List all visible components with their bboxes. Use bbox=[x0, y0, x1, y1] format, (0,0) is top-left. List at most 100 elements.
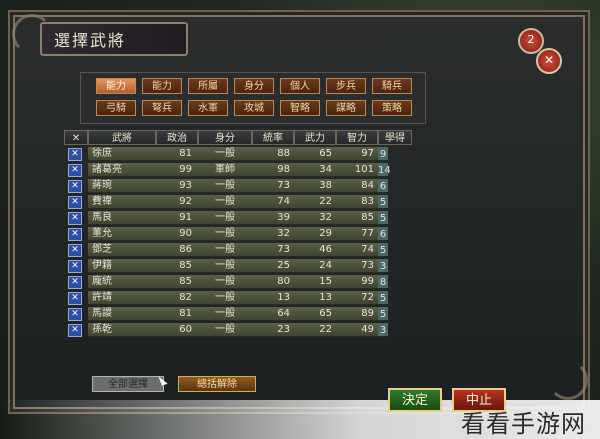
rank-value: 一般 bbox=[215, 228, 235, 239]
remove-icon[interactable]: ✕ bbox=[68, 164, 82, 177]
learned-value: 3 bbox=[378, 323, 388, 336]
decide-button[interactable]: 決定 bbox=[388, 388, 442, 412]
table-row[interactable]: ✕ 諸葛亮 99 軍師 98 34 101 14 bbox=[64, 162, 391, 178]
header-war[interactable]: 武力 bbox=[294, 130, 336, 145]
table-row[interactable]: ✕ 伊籍 85 一般 25 24 73 3 bbox=[64, 258, 388, 274]
header-leadership[interactable]: 統率 bbox=[252, 130, 294, 145]
politics-value: 85 bbox=[179, 276, 192, 287]
filter-button[interactable]: 弩兵 bbox=[142, 100, 182, 116]
rank-value: 一般 bbox=[215, 276, 235, 287]
dialog-title: 選擇武將 bbox=[40, 22, 188, 56]
remove-icon[interactable]: ✕ bbox=[68, 212, 82, 225]
learned-value: 5 bbox=[378, 307, 388, 320]
header-intelligence[interactable]: 智力 bbox=[336, 130, 378, 145]
rank-value: 一般 bbox=[215, 260, 235, 271]
table-row[interactable]: ✕ 徐庶 81 一般 88 65 97 9 bbox=[64, 146, 388, 162]
rank-value: 軍師 bbox=[215, 164, 235, 175]
politics-value: 81 bbox=[179, 308, 192, 319]
table-row[interactable]: ✕ 許靖 82 一般 13 13 72 5 bbox=[64, 290, 388, 306]
war-value: 34 bbox=[319, 164, 332, 175]
intelligence-value: 73 bbox=[361, 260, 374, 271]
intelligence-value: 77 bbox=[361, 228, 374, 239]
leadership-value: 74 bbox=[277, 196, 290, 207]
war-value: 38 bbox=[319, 180, 332, 191]
header-rank[interactable]: 身分 bbox=[198, 130, 252, 145]
filter-button[interactable]: 步兵 bbox=[326, 78, 366, 94]
intelligence-value: 84 bbox=[361, 180, 374, 191]
war-value: 29 bbox=[319, 228, 332, 239]
table-row[interactable]: ✕ 馬謖 81 一般 64 65 89 5 bbox=[64, 306, 388, 322]
politics-value: 82 bbox=[179, 292, 192, 303]
learned-value: 5 bbox=[378, 211, 388, 224]
war-value: 46 bbox=[319, 244, 332, 255]
politics-value: 91 bbox=[179, 212, 192, 223]
war-value: 22 bbox=[319, 324, 332, 335]
remove-icon[interactable]: ✕ bbox=[68, 228, 82, 241]
table-row[interactable]: ✕ 龐統 85 一般 80 15 99 8 bbox=[64, 274, 388, 290]
politics-value: 86 bbox=[179, 244, 192, 255]
war-value: 65 bbox=[319, 148, 332, 159]
table-row[interactable]: ✕ 馬良 91 一般 39 32 85 5 bbox=[64, 210, 388, 226]
intelligence-value: 101 bbox=[354, 164, 374, 175]
remove-icon[interactable]: ✕ bbox=[68, 292, 82, 305]
table-row[interactable]: ✕ 蔣琬 93 一般 73 38 84 6 bbox=[64, 178, 388, 194]
watermark-text: 看看手游网 bbox=[461, 410, 586, 438]
clear-all-button[interactable]: 總括解除 bbox=[178, 376, 256, 392]
officer-name: 費禕 bbox=[92, 196, 112, 207]
filter-button[interactable]: 水軍 bbox=[188, 100, 228, 116]
officer-name: 伊籍 bbox=[92, 260, 112, 271]
learned-value: 5 bbox=[378, 291, 388, 304]
header-name[interactable]: 武將 bbox=[88, 130, 156, 145]
filter-button[interactable]: 能力 bbox=[96, 78, 136, 94]
rank-value: 一般 bbox=[215, 180, 235, 191]
filter-button[interactable]: 弓騎 bbox=[96, 100, 136, 116]
war-value: 24 bbox=[319, 260, 332, 271]
officer-name: 馬謖 bbox=[92, 308, 112, 319]
politics-value: 85 bbox=[179, 260, 192, 271]
leadership-value: 80 bbox=[277, 276, 290, 287]
header-politics[interactable]: 政治 bbox=[156, 130, 198, 145]
header-check[interactable]: ✕ bbox=[64, 130, 88, 145]
leadership-value: 88 bbox=[277, 148, 290, 159]
officer-name: 馬良 bbox=[92, 212, 112, 223]
intelligence-value: 99 bbox=[361, 276, 374, 287]
filter-button[interactable]: 謀略 bbox=[326, 100, 366, 116]
table-row[interactable]: ✕ 董允 90 一般 32 29 77 6 bbox=[64, 226, 388, 242]
rank-value: 一般 bbox=[215, 148, 235, 159]
learned-value: 6 bbox=[378, 179, 388, 192]
politics-value: 92 bbox=[179, 196, 192, 207]
header-learned[interactable]: 學得 bbox=[378, 130, 412, 145]
leadership-value: 32 bbox=[277, 228, 290, 239]
remove-icon[interactable]: ✕ bbox=[68, 244, 82, 257]
filter-button[interactable]: 策略 bbox=[372, 100, 412, 116]
table-row[interactable]: ✕ 鄧芝 86 一般 73 46 74 5 bbox=[64, 242, 388, 258]
filter-button[interactable]: 所屬 bbox=[188, 78, 228, 94]
rank-value: 一般 bbox=[215, 196, 235, 207]
table-row[interactable]: ✕ 費禕 92 一般 74 22 83 5 bbox=[64, 194, 388, 210]
war-value: 15 bbox=[319, 276, 332, 287]
filter-button[interactable]: 攻城 bbox=[234, 100, 274, 116]
leadership-value: 98 bbox=[277, 164, 290, 175]
remove-icon[interactable]: ✕ bbox=[68, 260, 82, 273]
filter-button[interactable]: 智略 bbox=[280, 100, 320, 116]
remove-icon[interactable]: ✕ bbox=[68, 324, 82, 337]
learned-value: 3 bbox=[378, 259, 388, 272]
learned-value: 6 bbox=[378, 227, 388, 240]
close-button[interactable]: ✕ bbox=[536, 48, 562, 74]
filter-button[interactable]: 身分 bbox=[234, 78, 274, 94]
leadership-value: 73 bbox=[277, 244, 290, 255]
table-row[interactable]: ✕ 孫乾 60 一般 23 22 49 3 bbox=[64, 322, 388, 338]
remove-icon[interactable]: ✕ bbox=[68, 148, 82, 161]
remove-icon[interactable]: ✕ bbox=[68, 276, 82, 289]
filter-button[interactable]: 騎兵 bbox=[372, 78, 412, 94]
filter-button[interactable]: 個人 bbox=[280, 78, 320, 94]
remove-icon[interactable]: ✕ bbox=[68, 308, 82, 321]
remove-icon[interactable]: ✕ bbox=[68, 180, 82, 193]
learned-value: 8 bbox=[378, 275, 388, 288]
leadership-value: 39 bbox=[277, 212, 290, 223]
rank-value: 一般 bbox=[215, 292, 235, 303]
officer-name: 鄧芝 bbox=[92, 244, 112, 255]
select-all-button[interactable]: 全部選擇 bbox=[92, 376, 164, 392]
filter-button[interactable]: 能力 bbox=[142, 78, 182, 94]
remove-icon[interactable]: ✕ bbox=[68, 196, 82, 209]
